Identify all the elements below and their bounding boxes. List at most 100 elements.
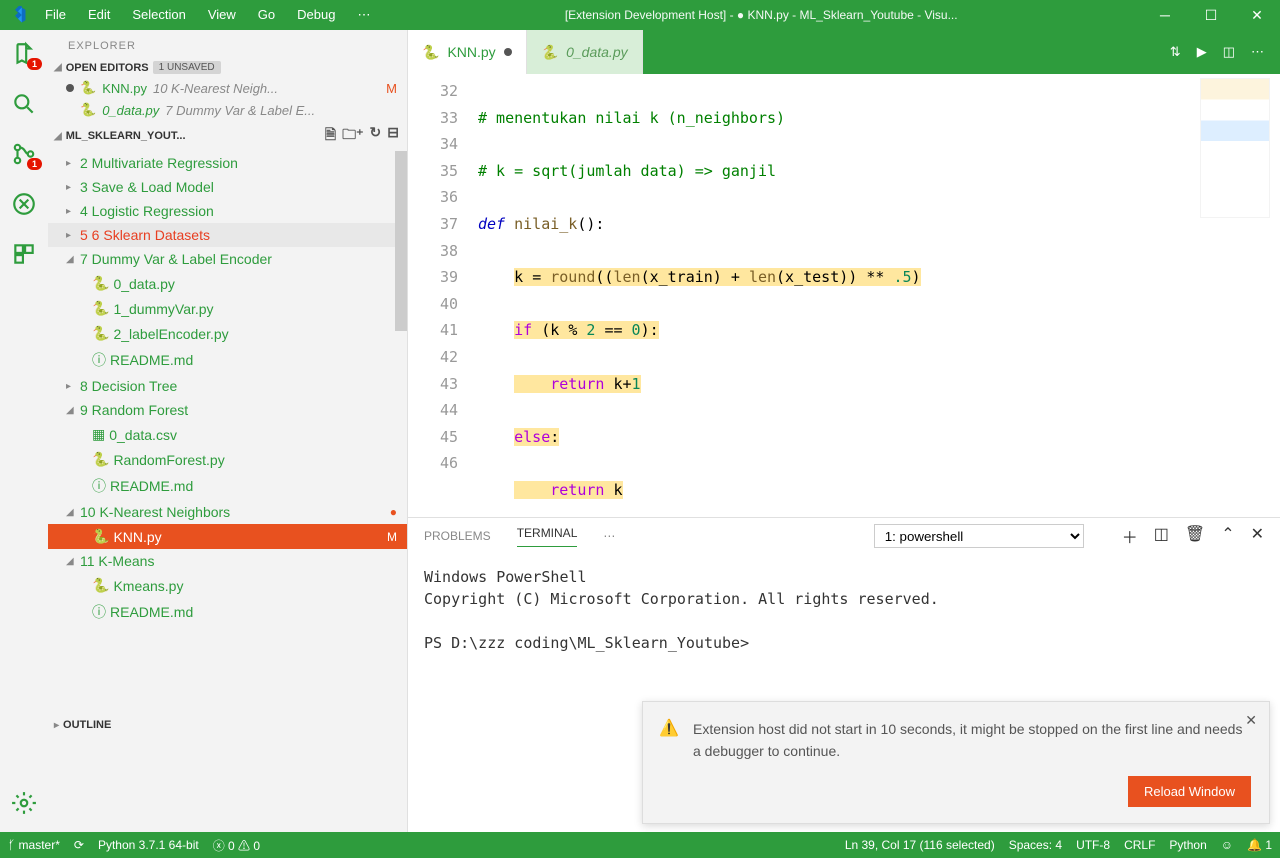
bell-icon[interactable]: 🔔 1: [1247, 838, 1272, 852]
tree-folder[interactable]: ▸2 Multivariate Regression: [48, 151, 407, 175]
dirty-dot-icon: [504, 48, 512, 56]
tree-file[interactable]: 🐍Kmeans.py: [48, 573, 407, 598]
python-file-icon: 🐍: [422, 44, 439, 61]
compare-icon[interactable]: ⇅: [1170, 44, 1181, 60]
menu-selection[interactable]: Selection: [122, 3, 195, 27]
status-bar: ᚶ master* ⟳ Python 3.7.1 64-bit ⓧ 0 ⚠ 0 …: [0, 832, 1280, 858]
maximize-button[interactable]: ☐: [1188, 0, 1234, 30]
reload-window-button[interactable]: Reload Window: [1128, 776, 1251, 807]
explorer-badge: 1: [27, 58, 42, 70]
tree-file[interactable]: 🐍0_data.py: [48, 271, 407, 296]
menu-go[interactable]: Go: [248, 3, 285, 27]
open-editors-header[interactable]: ◢ OPEN EDITORS 1 UNSAVED: [48, 58, 407, 77]
tab-0data[interactable]: 🐍 0_data.py: [527, 30, 643, 74]
dirty-dot-icon: [66, 84, 74, 92]
menu-file[interactable]: File: [35, 3, 76, 27]
new-terminal-icon[interactable]: ＋: [1122, 524, 1138, 548]
split-editor-icon[interactable]: ◫: [1223, 44, 1235, 60]
new-file-icon[interactable]: 🗎: [325, 124, 336, 148]
notification-message: Extension host did not start in 10 secon…: [693, 718, 1251, 762]
tree-scrollbar[interactable]: [395, 151, 407, 331]
tree-file[interactable]: ⓘREADME.md: [48, 598, 407, 626]
git-branch[interactable]: ᚶ master*: [8, 838, 60, 852]
tree-folder[interactable]: ◢10 K-Nearest Neighbors●: [48, 500, 407, 524]
line-gutter: 323334353637383940414243444546: [408, 74, 478, 517]
feedback-icon[interactable]: ☺: [1221, 838, 1233, 852]
sidebar: EXPLORER ◢ OPEN EDITORS 1 UNSAVED 🐍 KNN.…: [48, 30, 408, 832]
open-editor-item[interactable]: 🐍 KNN.py 10 K-Nearest Neigh... M: [48, 77, 407, 99]
editor-area: 🐍 KNN.py 🐍 0_data.py ⇅ ▶ ◫ ⋯ 32333435363…: [408, 30, 1280, 832]
open-editor-item[interactable]: 🐍 0_data.py 7 Dummy Var & Label E...: [48, 99, 407, 121]
tree-file[interactable]: 🐍RandomForest.py: [48, 447, 407, 472]
tab-terminal[interactable]: TERMINAL: [517, 526, 578, 547]
settings-gear-icon[interactable]: [10, 789, 38, 817]
warning-icon: ⚠️: [659, 718, 679, 738]
tab-knn[interactable]: 🐍 KNN.py: [408, 30, 527, 74]
tree-file[interactable]: 🐍1_dummyVar.py: [48, 296, 407, 321]
close-panel-icon[interactable]: ✕: [1251, 524, 1264, 548]
python-file-icon: 🐍: [80, 80, 96, 96]
language-mode[interactable]: Python: [1169, 838, 1206, 852]
refresh-icon[interactable]: ↻: [370, 124, 382, 148]
run-icon[interactable]: ▶: [1197, 44, 1207, 60]
tree-folder[interactable]: ▸8 Decision Tree: [48, 374, 407, 398]
menu-view[interactable]: View: [198, 3, 246, 27]
extensions-icon[interactable]: [10, 240, 38, 268]
code-editor[interactable]: 323334353637383940414243444546 # menentu…: [408, 74, 1280, 517]
more-icon[interactable]: ⋯: [1251, 44, 1264, 60]
tree-folder[interactable]: ▸4 Logistic Regression: [48, 199, 407, 223]
explorer-icon[interactable]: 1: [10, 40, 38, 68]
scm-badge: 1: [27, 158, 42, 170]
terminal-select[interactable]: 1: powershell: [874, 524, 1084, 548]
bottom-panel: PROBLEMS TERMINAL ⋯ 1: powershell ＋ ◫ 🗑 …: [408, 517, 1280, 832]
tab-problems[interactable]: PROBLEMS: [424, 529, 491, 543]
python-file-icon: 🐍: [541, 44, 558, 61]
menu-edit[interactable]: Edit: [78, 3, 120, 27]
search-icon[interactable]: [10, 90, 38, 118]
open-editors-list: 🐍 KNN.py 10 K-Nearest Neigh... M 🐍 0_dat…: [48, 77, 407, 121]
tree-file[interactable]: ⓘREADME.md: [48, 472, 407, 500]
minimize-button[interactable]: ─: [1142, 0, 1188, 30]
tree-folder[interactable]: ◢7 Dummy Var & Label Encoder: [48, 247, 407, 271]
tree-folder[interactable]: ◢11 K-Means: [48, 549, 407, 573]
tree-file[interactable]: ▦0_data.csv: [48, 422, 407, 447]
close-icon[interactable]: ✕: [1245, 712, 1257, 729]
problems-count[interactable]: ⓧ 0 ⚠ 0: [213, 837, 260, 854]
close-button[interactable]: ✕: [1234, 0, 1280, 30]
kill-terminal-icon[interactable]: 🗑: [1185, 524, 1205, 548]
tree-folder[interactable]: ▸3 Save & Load Model: [48, 175, 407, 199]
menu-more[interactable]: ⋯: [347, 3, 380, 27]
eol[interactable]: CRLF: [1124, 838, 1155, 852]
python-file-icon: 🐍: [80, 102, 96, 118]
source-control-icon[interactable]: 1: [10, 140, 38, 168]
main-menu: File Edit Selection View Go Debug ⋯: [35, 3, 380, 27]
tree-folder[interactable]: ◢9 Random Forest: [48, 398, 407, 422]
sync-icon[interactable]: ⟳: [74, 838, 84, 852]
indent-info[interactable]: Spaces: 4: [1009, 838, 1062, 852]
collapse-icon[interactable]: ⊟: [387, 124, 399, 148]
titlebar: File Edit Selection View Go Debug ⋯ [Ext…: [0, 0, 1280, 30]
split-terminal-icon[interactable]: ◫: [1154, 524, 1169, 548]
panel-tabs: PROBLEMS TERMINAL ⋯ 1: powershell ＋ ◫ 🗑 …: [408, 518, 1280, 548]
window-controls: ─ ☐ ✕: [1142, 0, 1280, 30]
window-title: [Extension Development Host] - ● KNN.py …: [380, 8, 1142, 22]
cursor-position[interactable]: Ln 39, Col 17 (116 selected): [845, 838, 995, 852]
outline-header[interactable]: ▸ OUTLINE: [48, 716, 407, 734]
notification-toast: ⚠️ ✕ Extension host did not start in 10 …: [642, 701, 1270, 824]
debug-icon[interactable]: [10, 190, 38, 218]
code-text[interactable]: # menentukan nilai k (n_neighbors) # k =…: [478, 74, 1280, 517]
tree-file[interactable]: ⓘREADME.md: [48, 346, 407, 374]
maximize-panel-icon[interactable]: ⌃: [1221, 524, 1234, 548]
sidebar-title: EXPLORER: [48, 30, 407, 58]
tree-file[interactable]: 🐍2_labelEncoder.py: [48, 321, 407, 346]
tree-file[interactable]: 🐍KNN.pyM: [48, 524, 407, 549]
file-tree: ▸2 Multivariate Regression▸3 Save & Load…: [48, 151, 407, 716]
menu-debug[interactable]: Debug: [287, 3, 345, 27]
minimap[interactable]: [1200, 78, 1270, 218]
new-folder-icon[interactable]: 🗀⁺: [342, 124, 363, 148]
tab-more[interactable]: ⋯: [603, 529, 615, 543]
project-header[interactable]: ◢ ML_SKLEARN_YOUT... 🗎 🗀⁺ ↻ ⊟: [48, 121, 407, 151]
python-env[interactable]: Python 3.7.1 64-bit: [98, 838, 199, 852]
encoding[interactable]: UTF-8: [1076, 838, 1110, 852]
tree-folder[interactable]: ▸5 6 Sklearn Datasets: [48, 223, 407, 247]
